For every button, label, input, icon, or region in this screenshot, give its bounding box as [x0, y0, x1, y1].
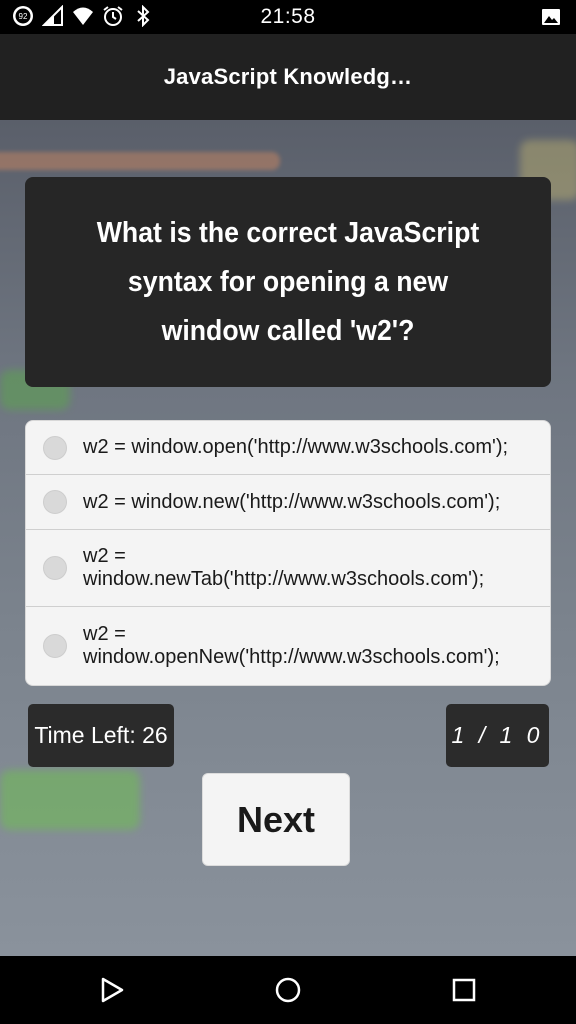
status-icons-right: [540, 6, 562, 33]
answer-option-label: w2 = window.new('http://www.w3schools.co…: [83, 490, 501, 513]
answer-options: w2 = window.open('http://www.w3schools.c…: [25, 420, 551, 686]
radio-button[interactable]: [43, 490, 67, 514]
background-decoration-3: [0, 770, 140, 830]
question-text: What is the correct JavaScript syntax fo…: [96, 216, 480, 347]
back-icon[interactable]: [98, 976, 126, 1004]
status-time: 21:58: [260, 5, 316, 28]
answer-option-label: w2 = window.newTab('http://www.w3schools…: [83, 545, 485, 590]
image-icon: [542, 9, 560, 25]
answer-option-label: w2 = window.openNew('http://www.w3school…: [83, 623, 500, 668]
quiz-screen: What is the correct JavaScript syntax fo…: [0, 120, 576, 956]
recents-icon[interactable]: [450, 976, 478, 1004]
status-bar: 92 21:58: [0, 0, 576, 34]
time-left-badge: Time Left: 26: [28, 704, 174, 767]
app-title: JavaScript Knowledg…: [163, 64, 413, 89]
answer-option-label: w2 = window.open('http://www.w3schools.c…: [83, 436, 509, 458]
question-card: What is the correct JavaScript syntax fo…: [25, 177, 551, 387]
background-decoration: [0, 152, 280, 170]
radio-button[interactable]: [43, 435, 67, 460]
next-button[interactable]: Next: [202, 773, 350, 866]
question-counter: 1 / 1 0: [446, 704, 549, 767]
app-bar: JavaScript Knowledg…: [0, 34, 576, 120]
navigation-bar: [0, 956, 576, 1024]
answer-option-3[interactable]: w2 = window.newTab('http://www.w3schools…: [26, 530, 550, 607]
answer-option-2[interactable]: w2 = window.new('http://www.w3schools.co…: [26, 475, 550, 530]
answer-option-4[interactable]: w2 = window.openNew('http://www.w3school…: [26, 607, 550, 685]
answer-option-1[interactable]: w2 = window.open('http://www.w3schools.c…: [26, 421, 550, 475]
radio-button[interactable]: [43, 556, 67, 580]
radio-button[interactable]: [43, 634, 67, 658]
home-icon[interactable]: [274, 976, 302, 1004]
